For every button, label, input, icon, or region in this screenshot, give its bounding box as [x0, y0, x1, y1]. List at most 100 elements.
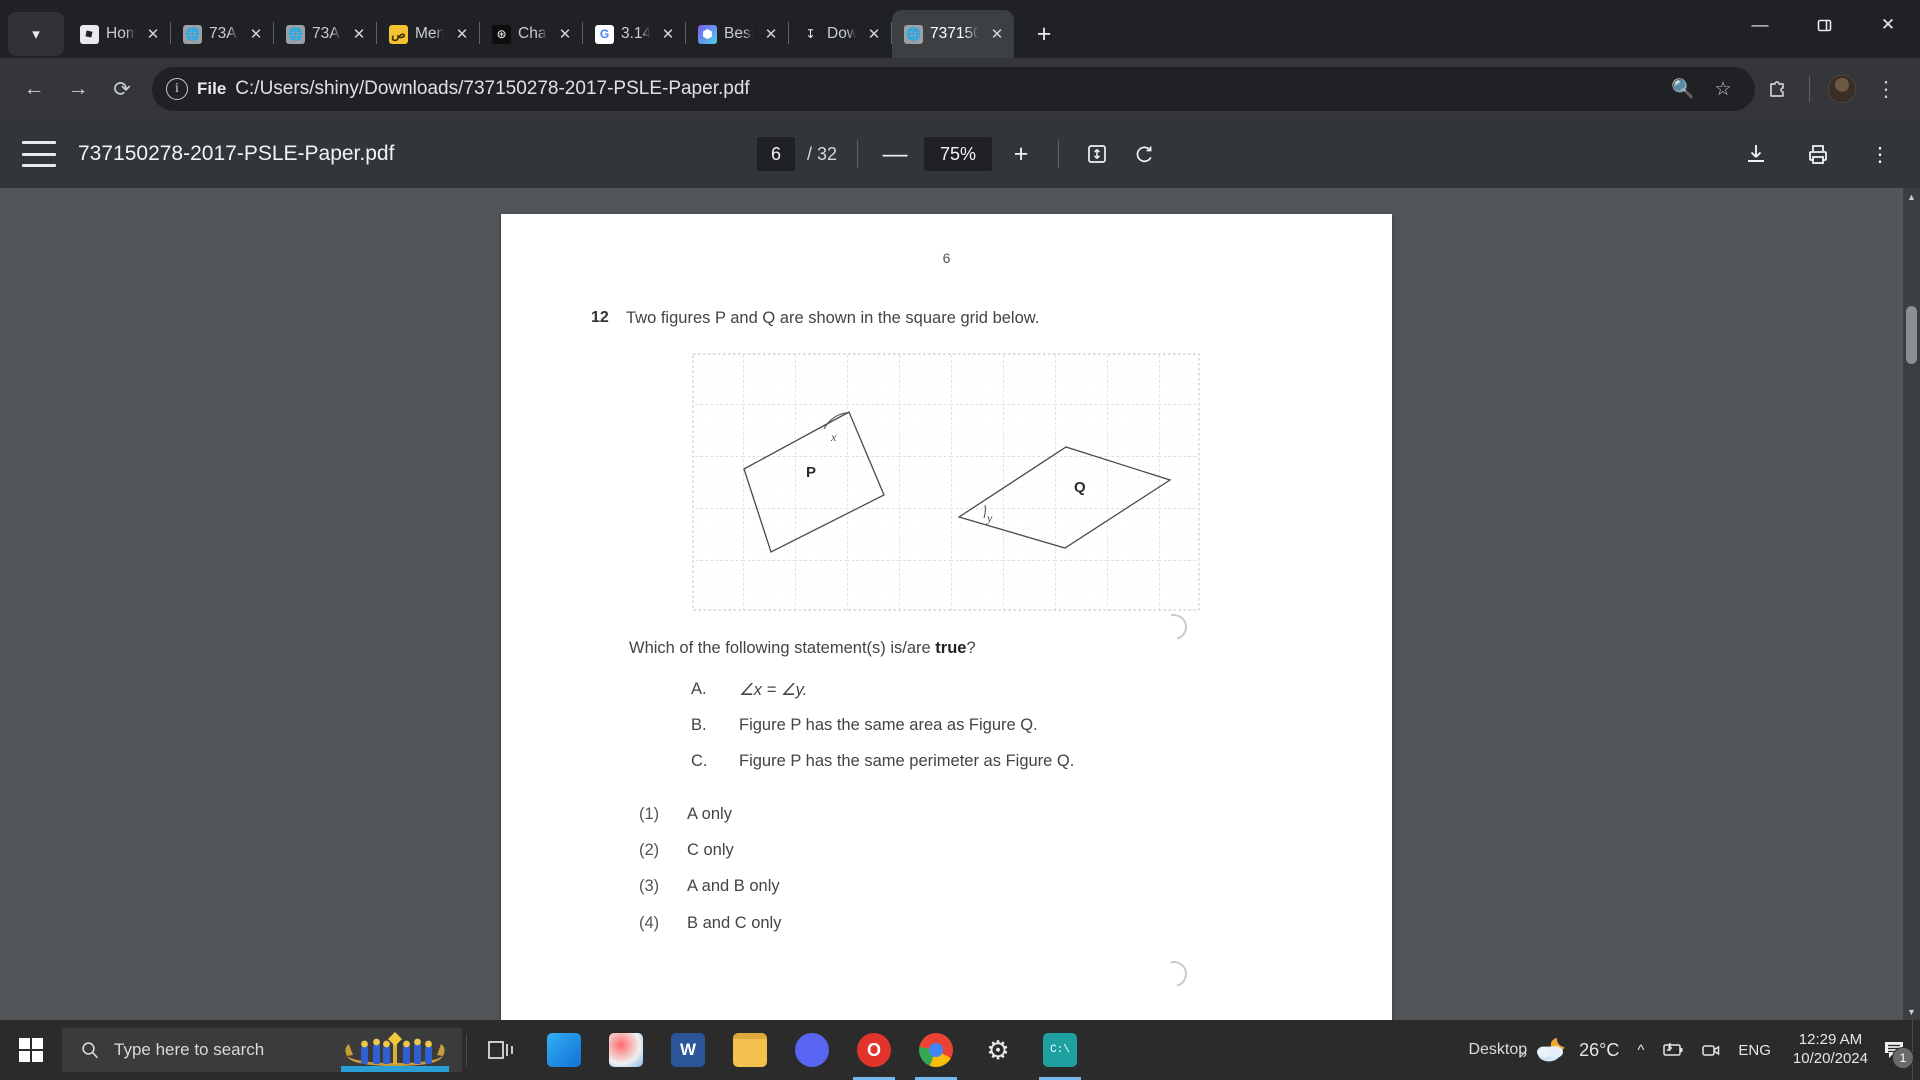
taskbar-app-file-explorer[interactable] [719, 1020, 781, 1080]
rotate-icon[interactable] [1127, 136, 1163, 172]
browser-tab-active[interactable]: 🌐 7371502 ✕ [892, 10, 1014, 58]
page-total-label: / 32 [806, 143, 838, 164]
close-tab-icon[interactable]: ✕ [760, 25, 782, 43]
maximize-window-button[interactable] [1792, 0, 1856, 50]
close-tab-icon[interactable]: ✕ [142, 25, 164, 43]
browser-tab[interactable]: 🌐 73A-T10 ✕ [171, 10, 273, 58]
purple-gem-icon: ⬢ [698, 24, 717, 44]
viewer-scrollbar[interactable]: ▲ ▼ [1903, 188, 1920, 1020]
clock[interactable]: 12:29 AM 10/20/2024 [1783, 1031, 1878, 1069]
taskbar-app-cortana[interactable] [533, 1020, 595, 1080]
prompt-suffix: ? [966, 639, 976, 657]
close-tab-icon[interactable]: ✕ [451, 25, 473, 43]
avatar[interactable] [1820, 67, 1864, 111]
browser-tab-title: Downlo [827, 25, 856, 42]
notification-center-button[interactable]: 1 [1878, 1033, 1914, 1069]
desktop-peek-label[interactable]: » Desktop [1468, 1041, 1533, 1061]
weather-widget[interactable]: 26°C [1533, 1035, 1625, 1065]
browser-tab-title: ChatGPT [518, 25, 547, 42]
show-desktop-button[interactable] [1912, 1020, 1920, 1080]
address-bar-url[interactable]: C:/Users/shiny/Downloads/737150278-2017-… [235, 78, 749, 100]
browser-tab-title: 3.14 sig [621, 25, 650, 42]
close-tab-icon[interactable]: ✕ [245, 25, 267, 43]
scrollbar-thumb[interactable] [1906, 306, 1917, 364]
magnifier-icon[interactable]: 🔍 [1665, 71, 1701, 107]
print-icon[interactable] [1800, 136, 1836, 172]
prompt-text: Which of the following statement(s) is/a… [629, 639, 976, 658]
search-input[interactable]: Type here to search [62, 1028, 462, 1072]
taskbar-app-paint[interactable] [595, 1020, 657, 1080]
close-tab-icon[interactable]: ✕ [348, 25, 370, 43]
pdf-viewport[interactable]: 6 12 Two figures P and Q are shown in th… [0, 188, 1920, 1020]
statement-b: B. Figure P has the same area as Figure … [691, 716, 1038, 735]
svg-text:y: y [986, 511, 993, 525]
puzzle-piece-icon[interactable] [1755, 67, 1799, 111]
browser-tab[interactable]: 🌐 73A-T10 ✕ [274, 10, 376, 58]
avatar-image [1828, 75, 1856, 103]
fit-to-page-icon[interactable] [1079, 136, 1115, 172]
choice-4: (4) B and C only [639, 914, 781, 933]
hamburger-menu-icon[interactable] [22, 141, 56, 167]
svg-text:Q: Q [1074, 479, 1086, 496]
browser-tab[interactable]: ⊛ ChatGPT ✕ [480, 10, 582, 58]
forward-icon[interactable]: → [56, 67, 100, 111]
task-view-icon[interactable] [471, 1020, 533, 1080]
info-icon[interactable]: i [166, 78, 188, 100]
camera-icon[interactable] [1700, 1041, 1722, 1059]
close-window-button[interactable]: ✕ [1856, 0, 1920, 50]
choice-4-label: (4) [639, 914, 660, 932]
windows-start-icon[interactable] [0, 1020, 62, 1080]
close-tab-icon[interactable]: ✕ [863, 25, 885, 43]
opera-icon: O [857, 1033, 891, 1067]
three-dot-menu-icon[interactable]: ⋮ [1864, 67, 1908, 111]
question-number: 12 [591, 309, 609, 326]
tab-list: Home - ✕ 🌐 73A-T10 ✕ 🌐 73A-T10 ✕ ص Mendak ✕ ⊛ ChatGP… [68, 0, 1014, 58]
reload-icon[interactable]: ⟳ [100, 67, 144, 111]
battery-charging-icon[interactable] [1660, 1041, 1684, 1059]
browser-navigation-bar: ← → ⟳ i File C:/Users/shiny/Downloads/73… [0, 58, 1920, 120]
close-tab-icon[interactable]: ✕ [554, 25, 576, 43]
browser-tab[interactable]: Home - ✕ [68, 10, 170, 58]
globe-icon: 🌐 [183, 24, 202, 44]
zoom-level-label[interactable]: 75% [924, 137, 993, 171]
scroll-down-icon[interactable]: ▼ [1903, 1003, 1920, 1020]
download-icon[interactable] [1738, 136, 1774, 172]
minimize-window-button[interactable]: — [1728, 0, 1792, 50]
browser-tab[interactable]: ص Mendak ✕ [377, 10, 479, 58]
taskbar-app-chrome[interactable] [905, 1020, 967, 1080]
close-tab-icon[interactable]: ✕ [986, 25, 1008, 43]
language-indicator[interactable]: ENG [1738, 1042, 1771, 1059]
taskbar-app-word[interactable]: W [657, 1020, 719, 1080]
taskbar-app-settings[interactable]: ⚙ [967, 1020, 1029, 1080]
clock-time: 12:29 AM [1798, 1031, 1863, 1049]
taskbar-app-terminal[interactable]: C:\ [1029, 1020, 1091, 1080]
close-tab-icon[interactable]: ✕ [657, 25, 679, 43]
star-icon[interactable]: ☆ [1705, 71, 1741, 107]
tray-chevron-up-icon[interactable]: ^ [1637, 1042, 1644, 1059]
taskbar-app-discord[interactable] [781, 1020, 843, 1080]
discord-icon [795, 1033, 829, 1067]
night-cloud-icon [1537, 1038, 1565, 1062]
browser-tab-title: 73A-T10 [312, 25, 341, 42]
zoom-out-button[interactable]: — [878, 137, 912, 171]
three-dot-menu-icon[interactable]: ⋮ [1862, 136, 1898, 172]
search-placeholder: Type here to search [114, 1040, 265, 1059]
new-tab-button[interactable]: + [1024, 14, 1064, 54]
address-bar-actions: 🔍 ☆ [1665, 71, 1741, 107]
browser-tab[interactable]: ⬢ Best AI ✕ [686, 10, 788, 58]
pdf-page: 6 12 Two figures P and Q are shown in th… [501, 214, 1392, 1020]
address-bar[interactable]: i File C:/Users/shiny/Downloads/73715027… [152, 67, 1755, 111]
tab-search-chevron-down-icon[interactable]: ▾ [8, 12, 64, 56]
back-icon[interactable]: ← [12, 67, 56, 111]
browser-tab[interactable]: ↧ Downlo ✕ [789, 10, 891, 58]
statement-a: A. ∠x = ∠y. [691, 680, 807, 700]
choice-4-text: B and C only [687, 914, 782, 932]
taskbar-app-opera[interactable]: O [843, 1020, 905, 1080]
notification-count-badge: 1 [1892, 1047, 1914, 1069]
browser-tab[interactable]: G 3.14 sig ✕ [583, 10, 685, 58]
zoom-in-button[interactable]: + [1004, 137, 1038, 171]
page-number-input[interactable] [756, 137, 795, 171]
choice-1-text: A only [687, 805, 732, 823]
google-icon: G [595, 24, 614, 44]
scroll-up-icon[interactable]: ▲ [1903, 188, 1920, 205]
